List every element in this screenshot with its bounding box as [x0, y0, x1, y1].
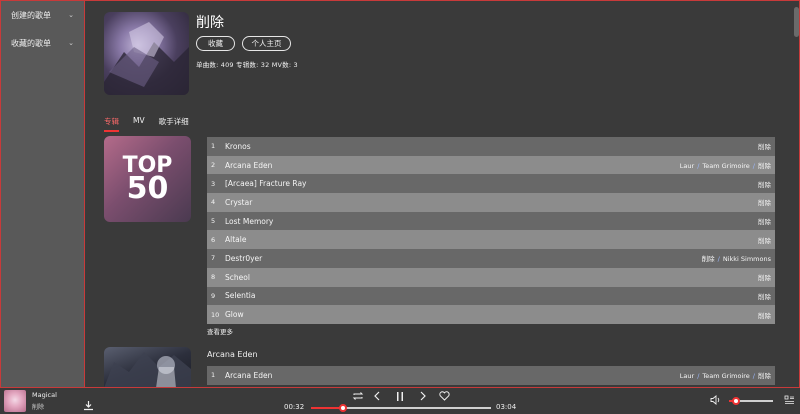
current-time: 00:32	[284, 403, 305, 411]
track-number: 10	[211, 310, 220, 319]
artist-separator: /	[752, 372, 755, 381]
chevron-down-icon: ⌄	[68, 11, 74, 19]
now-playing-title: Magical	[32, 391, 57, 399]
track-row[interactable]: 10 Glow 削除	[207, 305, 775, 324]
track-artist[interactable]: 削除	[758, 162, 771, 170]
track-artist[interactable]: 削除	[758, 274, 771, 282]
artist-separator: /	[752, 162, 755, 171]
collect-button[interactable]: 收藏	[196, 36, 235, 51]
now-playing-cover[interactable]	[4, 390, 26, 412]
view-more-link[interactable]: 查看更多	[207, 326, 233, 336]
sidebar-item-label: 收藏的歌单	[11, 38, 51, 48]
track-artist[interactable]: 削除	[758, 312, 771, 320]
track-artist[interactable]: Team Grimoire	[702, 372, 749, 380]
homepage-button[interactable]: 个人主页	[242, 36, 291, 51]
track-artist[interactable]: 削除	[702, 255, 715, 263]
track-row[interactable]: 1 Arcana Eden Laur / Team Grimoire / 削除	[207, 366, 775, 385]
track-number: 5	[211, 217, 216, 226]
track-number: 7	[211, 254, 216, 263]
sidebar-item-created-playlists[interactable]: 创建的歌单 ⌄	[1, 1, 84, 29]
main-content: 削除 收藏 个人主页 单曲数: 409 专辑数: 32 MV数: 3 专辑 MV…	[86, 1, 794, 387]
chevron-down-icon: ⌄	[68, 39, 74, 47]
album-cover[interactable]	[104, 347, 191, 387]
track-row[interactable]: 8 Scheol 削除	[207, 267, 775, 287]
player-bar: Magical 削除 00:32 03:04	[0, 387, 800, 414]
album-cover[interactable]: TOP 50	[104, 136, 191, 222]
track-title: Arcana Eden	[225, 370, 273, 380]
track-artist[interactable]: Nikki Simmons	[723, 255, 771, 263]
album-tracklist: 1 Kronos 削除 2 Arcana Eden Laur / Team Grim…	[207, 137, 775, 324]
progress-bar[interactable]	[311, 404, 491, 412]
track-row[interactable]: 6 Altale 削除	[207, 230, 775, 250]
now-playing-artist[interactable]: 削除	[32, 402, 44, 411]
scrollbar[interactable]	[794, 1, 799, 387]
track-row[interactable]: 4 Crystar 削除	[207, 193, 775, 212]
album-title[interactable]: Arcana Eden	[207, 350, 258, 359]
album-cover-text: 50	[126, 171, 169, 207]
track-number: 6	[211, 235, 216, 244]
tab-mv[interactable]: MV	[133, 116, 145, 132]
track-row[interactable]: 3 [Arcaea] Fracture Ray 削除	[207, 174, 775, 194]
track-artist[interactable]: Team Grimoire	[702, 162, 749, 170]
artist-avatar	[104, 12, 189, 95]
artist-tabs: 专辑 MV 歌手详细	[104, 116, 203, 132]
track-title: Scheol	[225, 272, 250, 282]
track-title: Crystar	[225, 197, 253, 207]
track-title: Lost Memory	[225, 216, 274, 226]
tab-albums[interactable]: 专辑	[104, 116, 119, 132]
track-artist[interactable]: 削除	[758, 372, 771, 380]
track-artist[interactable]: 削除	[758, 199, 771, 207]
track-artist[interactable]: 削除	[758, 181, 771, 189]
track-artist[interactable]: 削除	[758, 218, 771, 226]
total-time: 03:04	[496, 403, 517, 411]
track-artist[interactable]: Laur	[680, 372, 694, 380]
sidebar-item-collected-playlists[interactable]: 收藏的歌单 ⌄	[1, 29, 84, 57]
progress-handle[interactable]	[338, 404, 347, 412]
previous-icon[interactable]	[372, 390, 382, 402]
artist-name: 削除	[196, 15, 224, 31]
sidebar: 创建的歌单 ⌄ 收藏的歌单 ⌄	[1, 1, 85, 387]
track-artist[interactable]: Laur	[680, 162, 694, 170]
volume-slider[interactable]	[729, 397, 773, 405]
track-title: [Arcaea] Fracture Ray	[225, 179, 307, 189]
track-number: 8	[211, 273, 216, 282]
track-title: Destr0yer	[225, 253, 263, 263]
track-number: 1	[211, 142, 216, 151]
track-artist[interactable]: 削除	[758, 143, 771, 151]
track-number: 1	[211, 371, 216, 380]
pause-icon[interactable]	[394, 390, 406, 402]
artist-separator: /	[697, 162, 700, 171]
playlist-icon[interactable]	[783, 394, 795, 406]
artist-separator: /	[697, 372, 700, 381]
track-artist[interactable]: 削除	[758, 293, 771, 301]
track-number: 2	[211, 161, 216, 170]
tab-artist-details[interactable]: 歌手详细	[159, 116, 189, 132]
track-title: Selentia	[225, 291, 256, 301]
track-row[interactable]: 9 Selentia 削除	[207, 286, 775, 306]
scrollbar-thumb[interactable]	[794, 7, 799, 37]
repeat-icon[interactable]	[351, 390, 364, 402]
volume-icon[interactable]	[710, 394, 722, 406]
next-icon[interactable]	[418, 390, 428, 402]
track-row[interactable]: 5 Lost Memory 削除	[207, 211, 775, 231]
track-number: 4	[211, 198, 216, 207]
volume-handle[interactable]	[731, 397, 740, 405]
artist-stats: 单曲数: 409 专辑数: 32 MV数: 3	[196, 61, 298, 69]
track-title: Kronos	[225, 141, 251, 151]
track-number: 3	[211, 179, 216, 188]
artist-separator: /	[717, 255, 720, 264]
track-row[interactable]: 2 Arcana Eden Laur / Team Grimoire / 削除	[207, 155, 775, 175]
track-artist[interactable]: 削除	[758, 237, 771, 245]
track-title: Arcana Eden	[225, 160, 273, 170]
track-row[interactable]: 1 Kronos 削除	[207, 137, 775, 156]
track-title: Altale	[225, 235, 247, 245]
sidebar-item-label: 创建的歌单	[11, 10, 51, 20]
track-title: Glow	[225, 310, 244, 320]
album-tracklist: 1 Arcana Eden Laur / Team Grimoire / 削除	[207, 366, 775, 385]
download-icon[interactable]	[82, 399, 94, 411]
heart-icon[interactable]	[438, 390, 450, 402]
track-number: 9	[211, 291, 216, 300]
track-row[interactable]: 7 Destr0yer 削除 / Nikki Simmons	[207, 249, 775, 268]
